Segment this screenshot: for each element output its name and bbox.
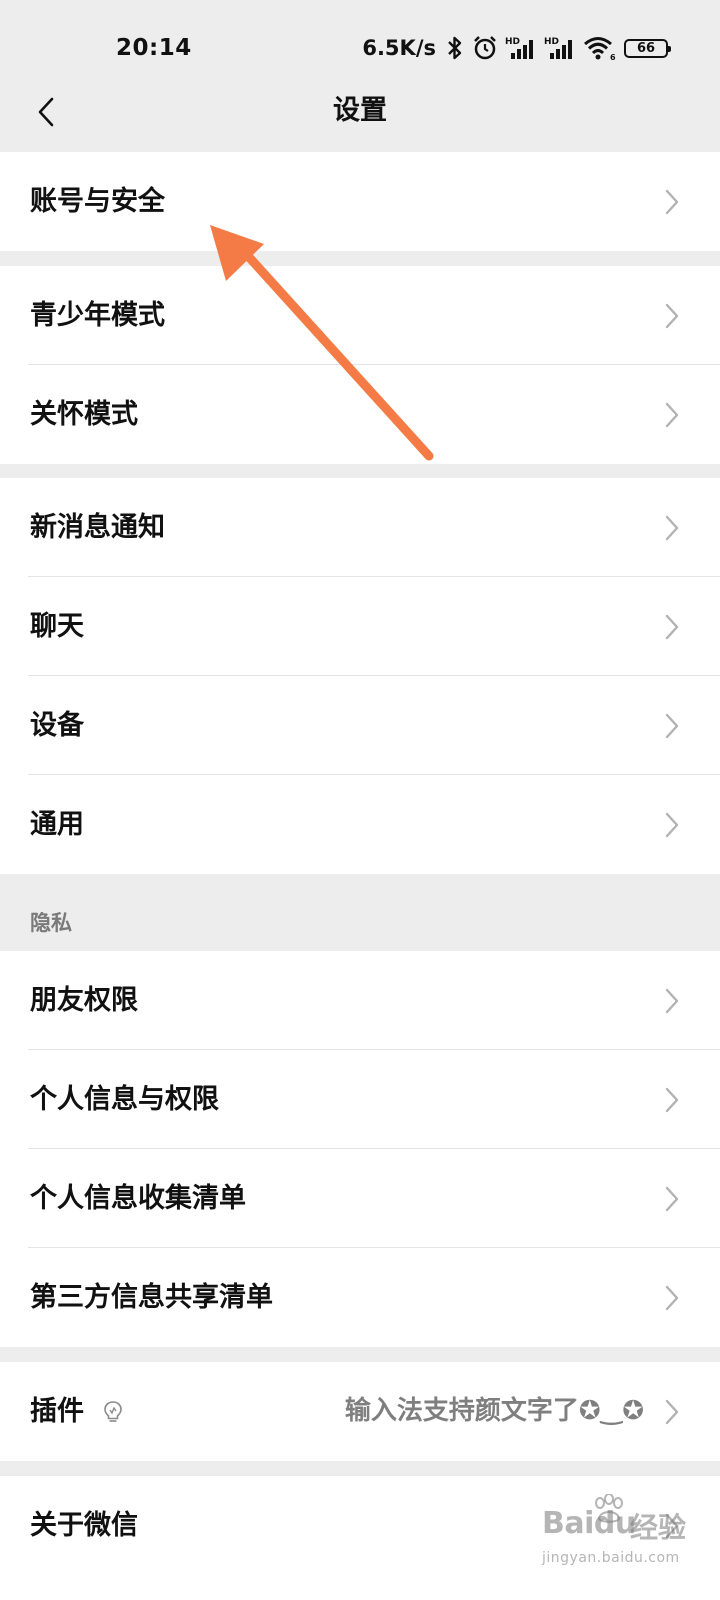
row-label: 插件 — [30, 1396, 84, 1427]
row-label: 个人信息与权限 — [30, 1084, 219, 1115]
svg-text:HD: HD — [544, 37, 559, 47]
row-teen-mode[interactable]: 青少年模式 — [0, 266, 720, 365]
battery-icon: 66 — [624, 38, 671, 58]
signal-hd-icon: HD — [544, 37, 572, 59]
network-speed: 6.5K/s — [362, 36, 436, 60]
row-label: 个人信息收集清单 — [30, 1183, 246, 1214]
row-about-wechat[interactable]: 关于微信 — [0, 1476, 720, 1575]
row-label: 青少年模式 — [30, 300, 165, 331]
row-label: 设备 — [30, 710, 84, 741]
row-label: 账号与安全 — [30, 186, 165, 217]
status-icons: 6.5K/s HD HD 6 66 — [362, 35, 671, 61]
battery-level: 66 — [636, 40, 656, 56]
chevron-right-icon — [665, 1087, 679, 1113]
row-label: 关于微信 — [30, 1510, 138, 1541]
alarm-icon — [474, 36, 496, 60]
page-title: 设置 — [333, 95, 387, 126]
group-general: 新消息通知 聊天 设备 通用 — [0, 478, 720, 874]
row-personal-info-permissions[interactable]: 个人信息与权限 — [0, 1050, 720, 1149]
group-modes: 青少年模式 关怀模式 — [0, 266, 720, 464]
chevron-right-icon — [665, 1513, 679, 1539]
group-account: 账号与安全 — [0, 152, 720, 251]
group-about: 关于微信 — [0, 1476, 720, 1600]
chevron-right-icon — [665, 614, 679, 640]
wifi-icon: 6 — [584, 37, 616, 61]
row-label: 通用 — [30, 809, 84, 840]
row-plugins[interactable]: 插件 输入法支持颜文字了✪‿✪ — [0, 1362, 720, 1461]
row-info-collection-list[interactable]: 个人信息收集清单 — [0, 1149, 720, 1248]
chevron-right-icon — [665, 402, 679, 428]
row-notifications[interactable]: 新消息通知 — [0, 478, 720, 577]
group-plugins: 插件 输入法支持颜文字了✪‿✪ — [0, 1362, 720, 1461]
row-label: 第三方信息共享清单 — [30, 1282, 273, 1313]
row-chat[interactable]: 聊天 — [0, 577, 720, 676]
row-label: 关怀模式 — [30, 399, 138, 430]
row-care-mode[interactable]: 关怀模式 — [0, 365, 720, 464]
row-label: 聊天 — [30, 611, 84, 642]
signal-hd-icon: HD — [505, 37, 533, 59]
group-privacy: 朋友权限 个人信息与权限 个人信息收集清单 第三方信息共享清单 — [0, 951, 720, 1347]
status-time: 20:14 — [116, 35, 192, 61]
row-account-security[interactable]: 账号与安全 — [0, 152, 720, 251]
row-label: 朋友权限 — [30, 985, 138, 1016]
chevron-right-icon — [665, 303, 679, 329]
back-button[interactable] — [18, 84, 74, 140]
row-label: 新消息通知 — [30, 512, 165, 543]
svg-text:6: 6 — [610, 53, 616, 61]
chevron-left-icon — [38, 97, 54, 127]
chevron-right-icon — [665, 1186, 679, 1212]
chevron-right-icon — [665, 189, 679, 215]
plugin-promo-text: 输入法支持颜文字了✪‿✪ — [344, 1396, 644, 1426]
chevron-right-icon — [665, 988, 679, 1014]
chevron-right-icon — [665, 812, 679, 838]
nav-bar: 设置 — [0, 74, 720, 152]
svg-text:HD: HD — [505, 37, 520, 47]
lightbulb-icon — [104, 1401, 122, 1422]
row-friend-permissions[interactable]: 朋友权限 — [0, 951, 720, 1050]
row-general[interactable]: 通用 — [0, 775, 720, 874]
chevron-right-icon — [665, 1285, 679, 1311]
chevron-right-icon — [665, 1399, 679, 1425]
bluetooth-icon — [448, 36, 462, 60]
row-third-party-sharing-list[interactable]: 第三方信息共享清单 — [0, 1248, 720, 1347]
chevron-right-icon — [665, 713, 679, 739]
chevron-right-icon — [665, 515, 679, 541]
section-header-privacy: 隐私 — [30, 911, 72, 935]
row-devices[interactable]: 设备 — [0, 676, 720, 775]
